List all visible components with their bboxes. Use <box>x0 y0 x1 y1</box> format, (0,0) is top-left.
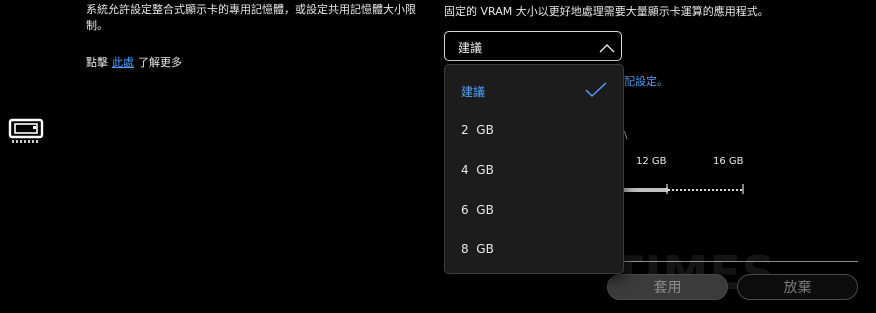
menu-item-label: 建議 <box>461 85 486 99</box>
apply-button[interactable]: 套用 <box>607 274 728 300</box>
menu-item-recommended[interactable]: 建議 <box>445 75 623 105</box>
menu-item-2gb[interactable]: 2 GB <box>445 115 623 145</box>
settings-link-partial[interactable]: 配設定。 <box>624 73 668 89</box>
learn-more-link[interactable]: 此處 <box>112 56 134 69</box>
menu-item-label: 4 GB <box>461 163 494 177</box>
vram-size-dropdown: 建議 2 GB 4 GB 6 GB 8 GB <box>444 64 624 274</box>
gpu-card-icon <box>8 118 46 144</box>
tick-label-16gb: 16 GB <box>713 156 744 167</box>
discard-button[interactable]: 放棄 <box>737 274 858 300</box>
menu-item-label: 8 GB <box>461 242 494 256</box>
partial-text: \ <box>624 130 628 141</box>
vram-fixed-description: 固定的 VRAM 大小以更好地處理需要大量顯示卡運算的應用程式。 <box>444 5 769 18</box>
learn-more-prefix: 點擊 <box>86 56 108 69</box>
menu-item-8gb[interactable]: 8 GB <box>445 234 623 264</box>
menu-item-4gb[interactable]: 4 GB <box>445 155 623 185</box>
learn-more-suffix: 了解更多 <box>138 56 182 69</box>
checkmark-icon <box>585 82 607 98</box>
menu-item-label: 2 GB <box>461 123 494 137</box>
chevron-up-icon <box>599 39 615 53</box>
learn-more-line: 點擊 此處 了解更多 <box>86 55 182 71</box>
tick-label-12gb: 12 GB <box>636 156 667 167</box>
menu-item-6gb[interactable]: 6 GB <box>445 195 623 225</box>
select-value: 建議 <box>458 41 483 55</box>
vram-description: 系統允許設定整合式顯示卡的專用記憶體，或設定共用記憶體大小限制。 <box>86 3 416 32</box>
vram-size-select[interactable]: 建議 <box>444 31 622 61</box>
section-divider <box>624 261 858 262</box>
vram-usage-bar <box>622 180 744 194</box>
menu-item-label: 6 GB <box>461 203 494 217</box>
